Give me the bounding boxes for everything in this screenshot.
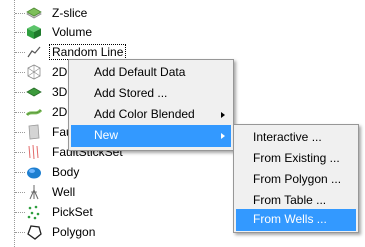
tree-item-label: 3D <box>52 85 68 99</box>
tree-item-volume[interactable]: Volume <box>0 22 200 42</box>
fault-icon <box>26 124 42 140</box>
tree-item-label: PickSet <box>52 205 93 219</box>
tree-item-label: Random Line <box>48 44 127 60</box>
tree-item-z-slice[interactable]: Z-slice <box>0 3 200 23</box>
menu-item-label: From Table ... <box>253 193 327 207</box>
tree-item-well[interactable]: Well <box>0 182 200 202</box>
submenu-arrow-icon <box>221 112 225 118</box>
tree-item-label: Z-slice <box>52 6 88 20</box>
3d-horizon-icon <box>26 84 42 100</box>
submenu-item-interactive[interactable]: Interactive ... <box>236 127 356 149</box>
menu-item-label: From Wells ... <box>253 212 327 226</box>
tree-item-body[interactable]: Body <box>0 162 200 182</box>
tree-item-polygon[interactable]: Polygon <box>0 222 200 242</box>
z-slice-icon <box>26 5 42 21</box>
volume-cube-icon <box>26 24 42 40</box>
2d-wireframe-icon <box>26 64 42 80</box>
random-line-icon <box>26 44 42 60</box>
pickset-icon <box>26 204 42 220</box>
menu-item-label: New <box>94 128 119 142</box>
submenu-item-from-polygon[interactable]: From Polygon ... <box>236 169 356 191</box>
new-submenu: Interactive ... From Existing ... From P… <box>233 124 359 233</box>
tree-item-label: Polygon <box>52 225 96 239</box>
tree-item-label: 2D <box>52 65 68 79</box>
tree-item-label: Body <box>52 165 80 179</box>
submenu-item-from-existing[interactable]: From Existing ... <box>236 148 356 170</box>
menu-item-new[interactable]: New <box>71 125 231 147</box>
fault-stick-set-icon <box>26 144 42 160</box>
context-menu: Add Default Data Add Stored ... Add Colo… <box>68 59 234 151</box>
polygon-icon <box>26 224 42 240</box>
menu-item-label: Add Default Data <box>94 65 186 79</box>
2d-horizon-icon <box>25 104 43 120</box>
menu-item-label: Add Color Blended <box>94 107 195 121</box>
tree-item-label: Well <box>52 185 76 199</box>
well-icon <box>26 184 42 200</box>
menu-item-add-stored[interactable]: Add Stored ... <box>71 83 231 105</box>
menu-item-add-color-blended[interactable]: Add Color Blended <box>71 104 231 126</box>
menu-item-label: Add Stored ... <box>94 86 168 100</box>
tree-item-label: Volume <box>52 25 93 39</box>
menu-item-label: From Existing ... <box>253 151 340 165</box>
menu-item-add-default-data[interactable]: Add Default Data <box>71 62 231 84</box>
menu-item-label: From Polygon ... <box>253 172 342 186</box>
tree-item-label: 2D <box>52 105 68 119</box>
submenu-item-from-wells[interactable]: From Wells ... <box>236 209 356 231</box>
body-icon <box>26 164 42 180</box>
submenu-arrow-icon <box>221 133 225 139</box>
tree-item-pickset[interactable]: PickSet <box>0 202 200 222</box>
menu-item-label: Interactive ... <box>253 130 322 144</box>
